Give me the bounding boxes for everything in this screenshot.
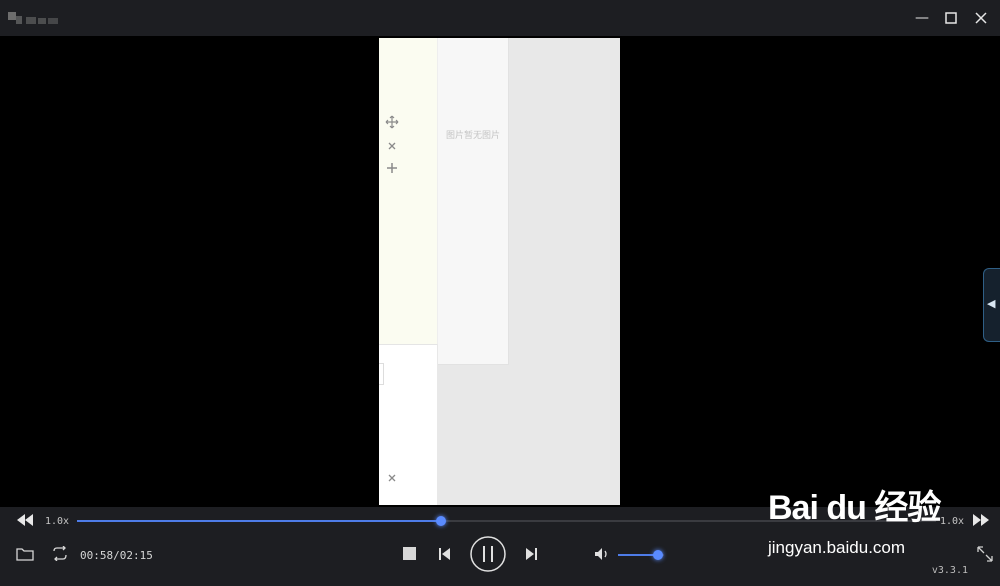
fullscreen-button[interactable] xyxy=(976,545,994,563)
stop-button[interactable] xyxy=(403,547,416,560)
next-button[interactable] xyxy=(524,547,538,561)
close-icon xyxy=(388,142,396,150)
minimize-button[interactable]: — xyxy=(913,9,931,27)
progress-handle[interactable] xyxy=(436,516,447,526)
open-folder-button[interactable] xyxy=(16,546,34,561)
volume-fill xyxy=(618,554,659,556)
chevron-left-icon: ◀ xyxy=(987,297,996,310)
minimize-icon: — xyxy=(915,10,929,26)
speed-label-right: 1.0x xyxy=(940,516,965,527)
time-display: 00:58/02:15 xyxy=(80,549,153,562)
volume-button[interactable] xyxy=(594,547,610,561)
volume-slider[interactable] xyxy=(618,550,664,560)
progress-fill xyxy=(77,520,442,522)
panel-placeholder-text: 图片暂无图片 xyxy=(446,131,501,141)
rewind-button[interactable] xyxy=(16,513,34,527)
progress-bar[interactable] xyxy=(77,516,936,526)
loop-button[interactable] xyxy=(50,546,70,561)
fast-forward-button[interactable] xyxy=(972,513,990,527)
video-area[interactable]: 图片暂无图片 ◀ xyxy=(0,36,1000,507)
playlist-toggle-button[interactable]: ◀ xyxy=(983,268,1000,342)
app-logo xyxy=(8,12,58,24)
image-panel: 图片暂无图片 xyxy=(438,38,509,365)
close-icon xyxy=(388,474,396,482)
frame-sidebar-bottom xyxy=(379,344,437,505)
previous-button[interactable] xyxy=(438,547,452,561)
frame-handle xyxy=(379,363,384,385)
video-frame: 图片暂无图片 xyxy=(379,38,620,505)
move-icon xyxy=(385,115,399,129)
title-bar: — xyxy=(0,0,1000,36)
close-icon xyxy=(975,12,987,24)
maximize-button[interactable] xyxy=(942,9,960,27)
play-pause-button[interactable] xyxy=(469,535,507,573)
control-bar: 1.0x 1.0x 00:58/02:15 v3.3.1 xyxy=(0,507,1000,586)
plus-icon xyxy=(387,163,397,173)
maximize-icon xyxy=(945,12,957,24)
frame-sidebar xyxy=(379,38,438,344)
version-label: v3.3.1 xyxy=(931,565,968,576)
volume-handle[interactable] xyxy=(653,550,664,560)
speed-label-left: 1.0x xyxy=(45,516,70,527)
close-button[interactable] xyxy=(972,9,990,27)
